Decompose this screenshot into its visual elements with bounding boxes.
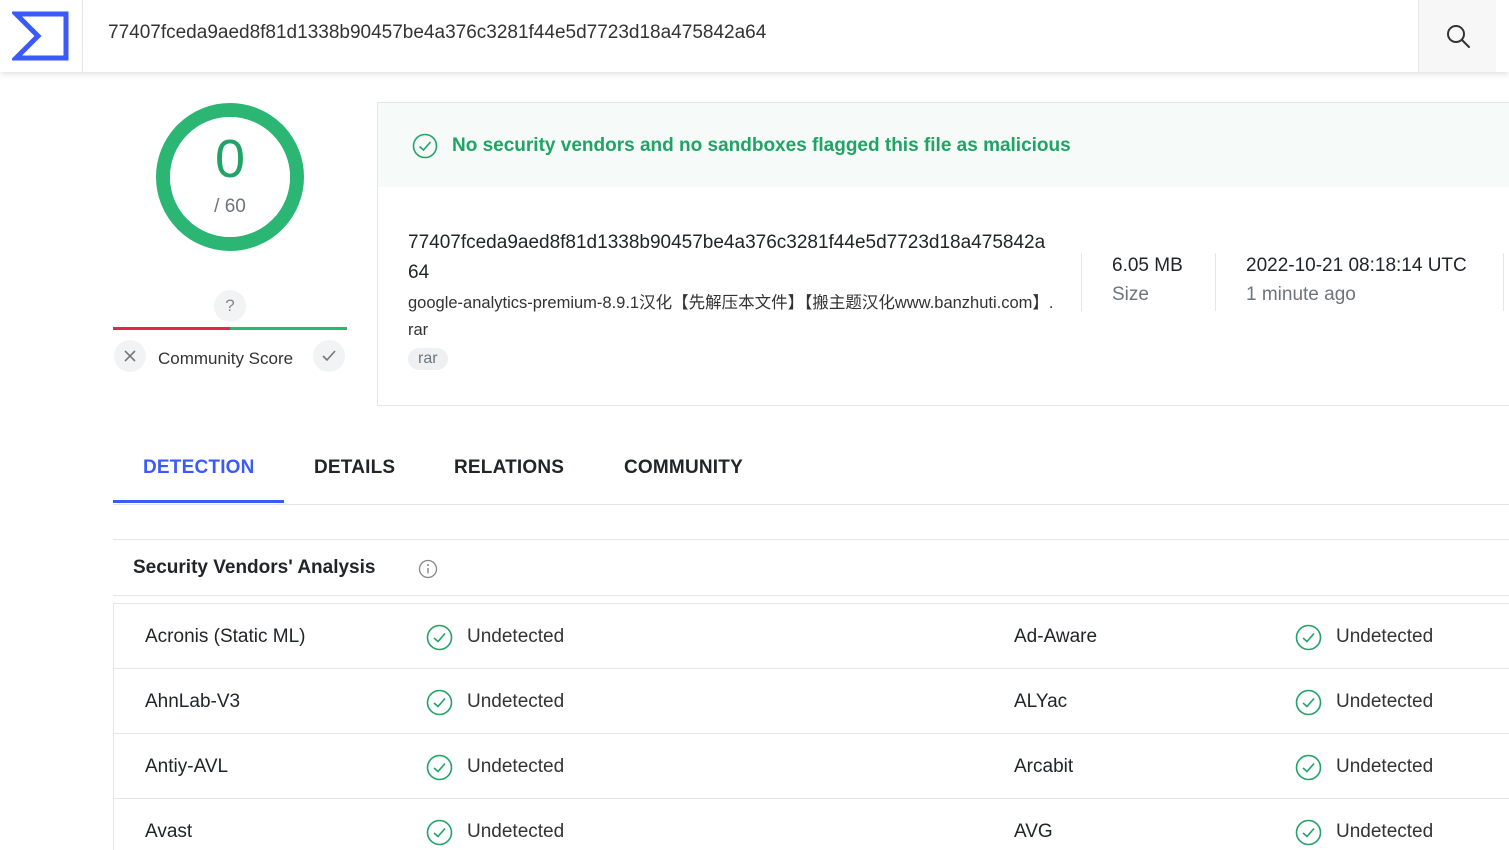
community-score-bar: [113, 327, 347, 330]
vote-malicious-button[interactable]: [114, 340, 146, 372]
vendor-status: Undetected: [467, 626, 565, 647]
tab-detection[interactable]: DETECTION: [143, 457, 255, 479]
file-summary-card: No security vendors and no sandboxes fla…: [377, 102, 1509, 406]
community-bar-malicious: [113, 327, 230, 330]
vendor-name: Antiy-AVL: [145, 756, 229, 777]
check-circle-icon: [1295, 754, 1322, 781]
file-size-value: 6.05 MB: [1112, 255, 1183, 276]
vendor-name: Acronis (Static ML): [145, 626, 306, 647]
check-circle-icon: [426, 624, 453, 651]
file-hash[interactable]: 77407fceda9aed8f81d1338b90457be4a376c328…: [408, 228, 1048, 288]
report-tabs: DETECTION DETAILS RELATIONS COMMUNITY: [113, 448, 1509, 505]
vendor-name: Arcabit: [1014, 756, 1074, 777]
vendor-name: AhnLab-V3: [145, 691, 241, 712]
verdict-banner: No security vendors and no sandboxes fla…: [378, 103, 1509, 187]
check-circle-icon: [1295, 819, 1322, 846]
tab-relations[interactable]: RELATIONS: [454, 457, 564, 479]
search-input[interactable]: 77407fceda9aed8f81d1338b90457be4a376c328…: [108, 22, 766, 44]
analysis-date: 2022-10-21 08:18:14 UTC: [1246, 255, 1467, 276]
vendor-name: Ad-Aware: [1014, 626, 1098, 647]
search-button[interactable]: [1418, 0, 1496, 72]
active-tab-indicator: [113, 500, 284, 503]
vendor-name: Avast: [145, 821, 193, 842]
check-circle-icon: [1295, 624, 1322, 651]
table-row: AhnLab-V3 Undetected ALYac Undetected: [114, 669, 1509, 734]
vendors-title: Security Vendors' Analysis: [133, 557, 376, 578]
community-score-label: Community Score: [158, 349, 294, 368]
table-row: Avast Undetected AVG Undetected: [114, 799, 1509, 850]
vendor-status: Undetected: [1336, 691, 1434, 712]
tab-details[interactable]: DETAILS: [314, 457, 395, 479]
vendor-status: Undetected: [467, 756, 565, 777]
detection-count: 0: [214, 129, 246, 189]
check-circle-icon: [426, 819, 453, 846]
tab-community[interactable]: COMMUNITY: [624, 457, 743, 479]
verdict-text: No security vendors and no sandboxes fla…: [452, 135, 1071, 156]
file-name: google-analytics-premium-8.9.1汉化【先解压本文件】…: [408, 294, 1054, 339]
close-icon: [124, 350, 136, 362]
top-bar: 77407fceda9aed8f81d1338b90457be4a376c328…: [0, 0, 1509, 72]
file-type-tag[interactable]: rar: [408, 348, 448, 370]
divider: [1215, 253, 1216, 311]
analysis-relative-time: 1 minute ago: [1246, 284, 1356, 305]
check-circle-icon: [1295, 689, 1322, 716]
vendor-status: Undetected: [467, 691, 565, 712]
detection-score-gauge: 0 / 60: [155, 102, 305, 252]
vendors-table: Acronis (Static ML) Undetected Ad-Aware …: [113, 603, 1509, 850]
vendor-status: Undetected: [1336, 626, 1434, 647]
check-icon: [322, 350, 336, 362]
vote-harmless-button[interactable]: [313, 340, 345, 372]
detection-total: / 60: [214, 196, 246, 217]
community-score-value: ?: [214, 290, 246, 322]
info-icon[interactable]: [418, 559, 438, 579]
virustotal-logo[interactable]: [0, 0, 83, 72]
vendor-status: Undetected: [467, 821, 565, 842]
check-circle-icon: [412, 133, 438, 159]
check-circle-icon: [426, 754, 453, 781]
community-bar-harmless: [230, 327, 347, 330]
table-row: Acronis (Static ML) Undetected Ad-Aware …: [114, 604, 1509, 669]
table-row: Antiy-AVL Undetected Arcabit Undetected: [114, 734, 1509, 799]
divider: [1081, 253, 1082, 311]
vendors-header: Security Vendors' Analysis: [113, 539, 1509, 596]
file-size-label: Size: [1112, 284, 1149, 305]
vendor-status: Undetected: [1336, 756, 1434, 777]
vendor-name: AVG: [1014, 821, 1053, 842]
divider: [1503, 253, 1504, 311]
check-circle-icon: [426, 689, 453, 716]
search-icon: [1446, 25, 1470, 48]
vendor-name: ALYac: [1014, 691, 1068, 712]
vendor-status: Undetected: [1336, 821, 1434, 842]
